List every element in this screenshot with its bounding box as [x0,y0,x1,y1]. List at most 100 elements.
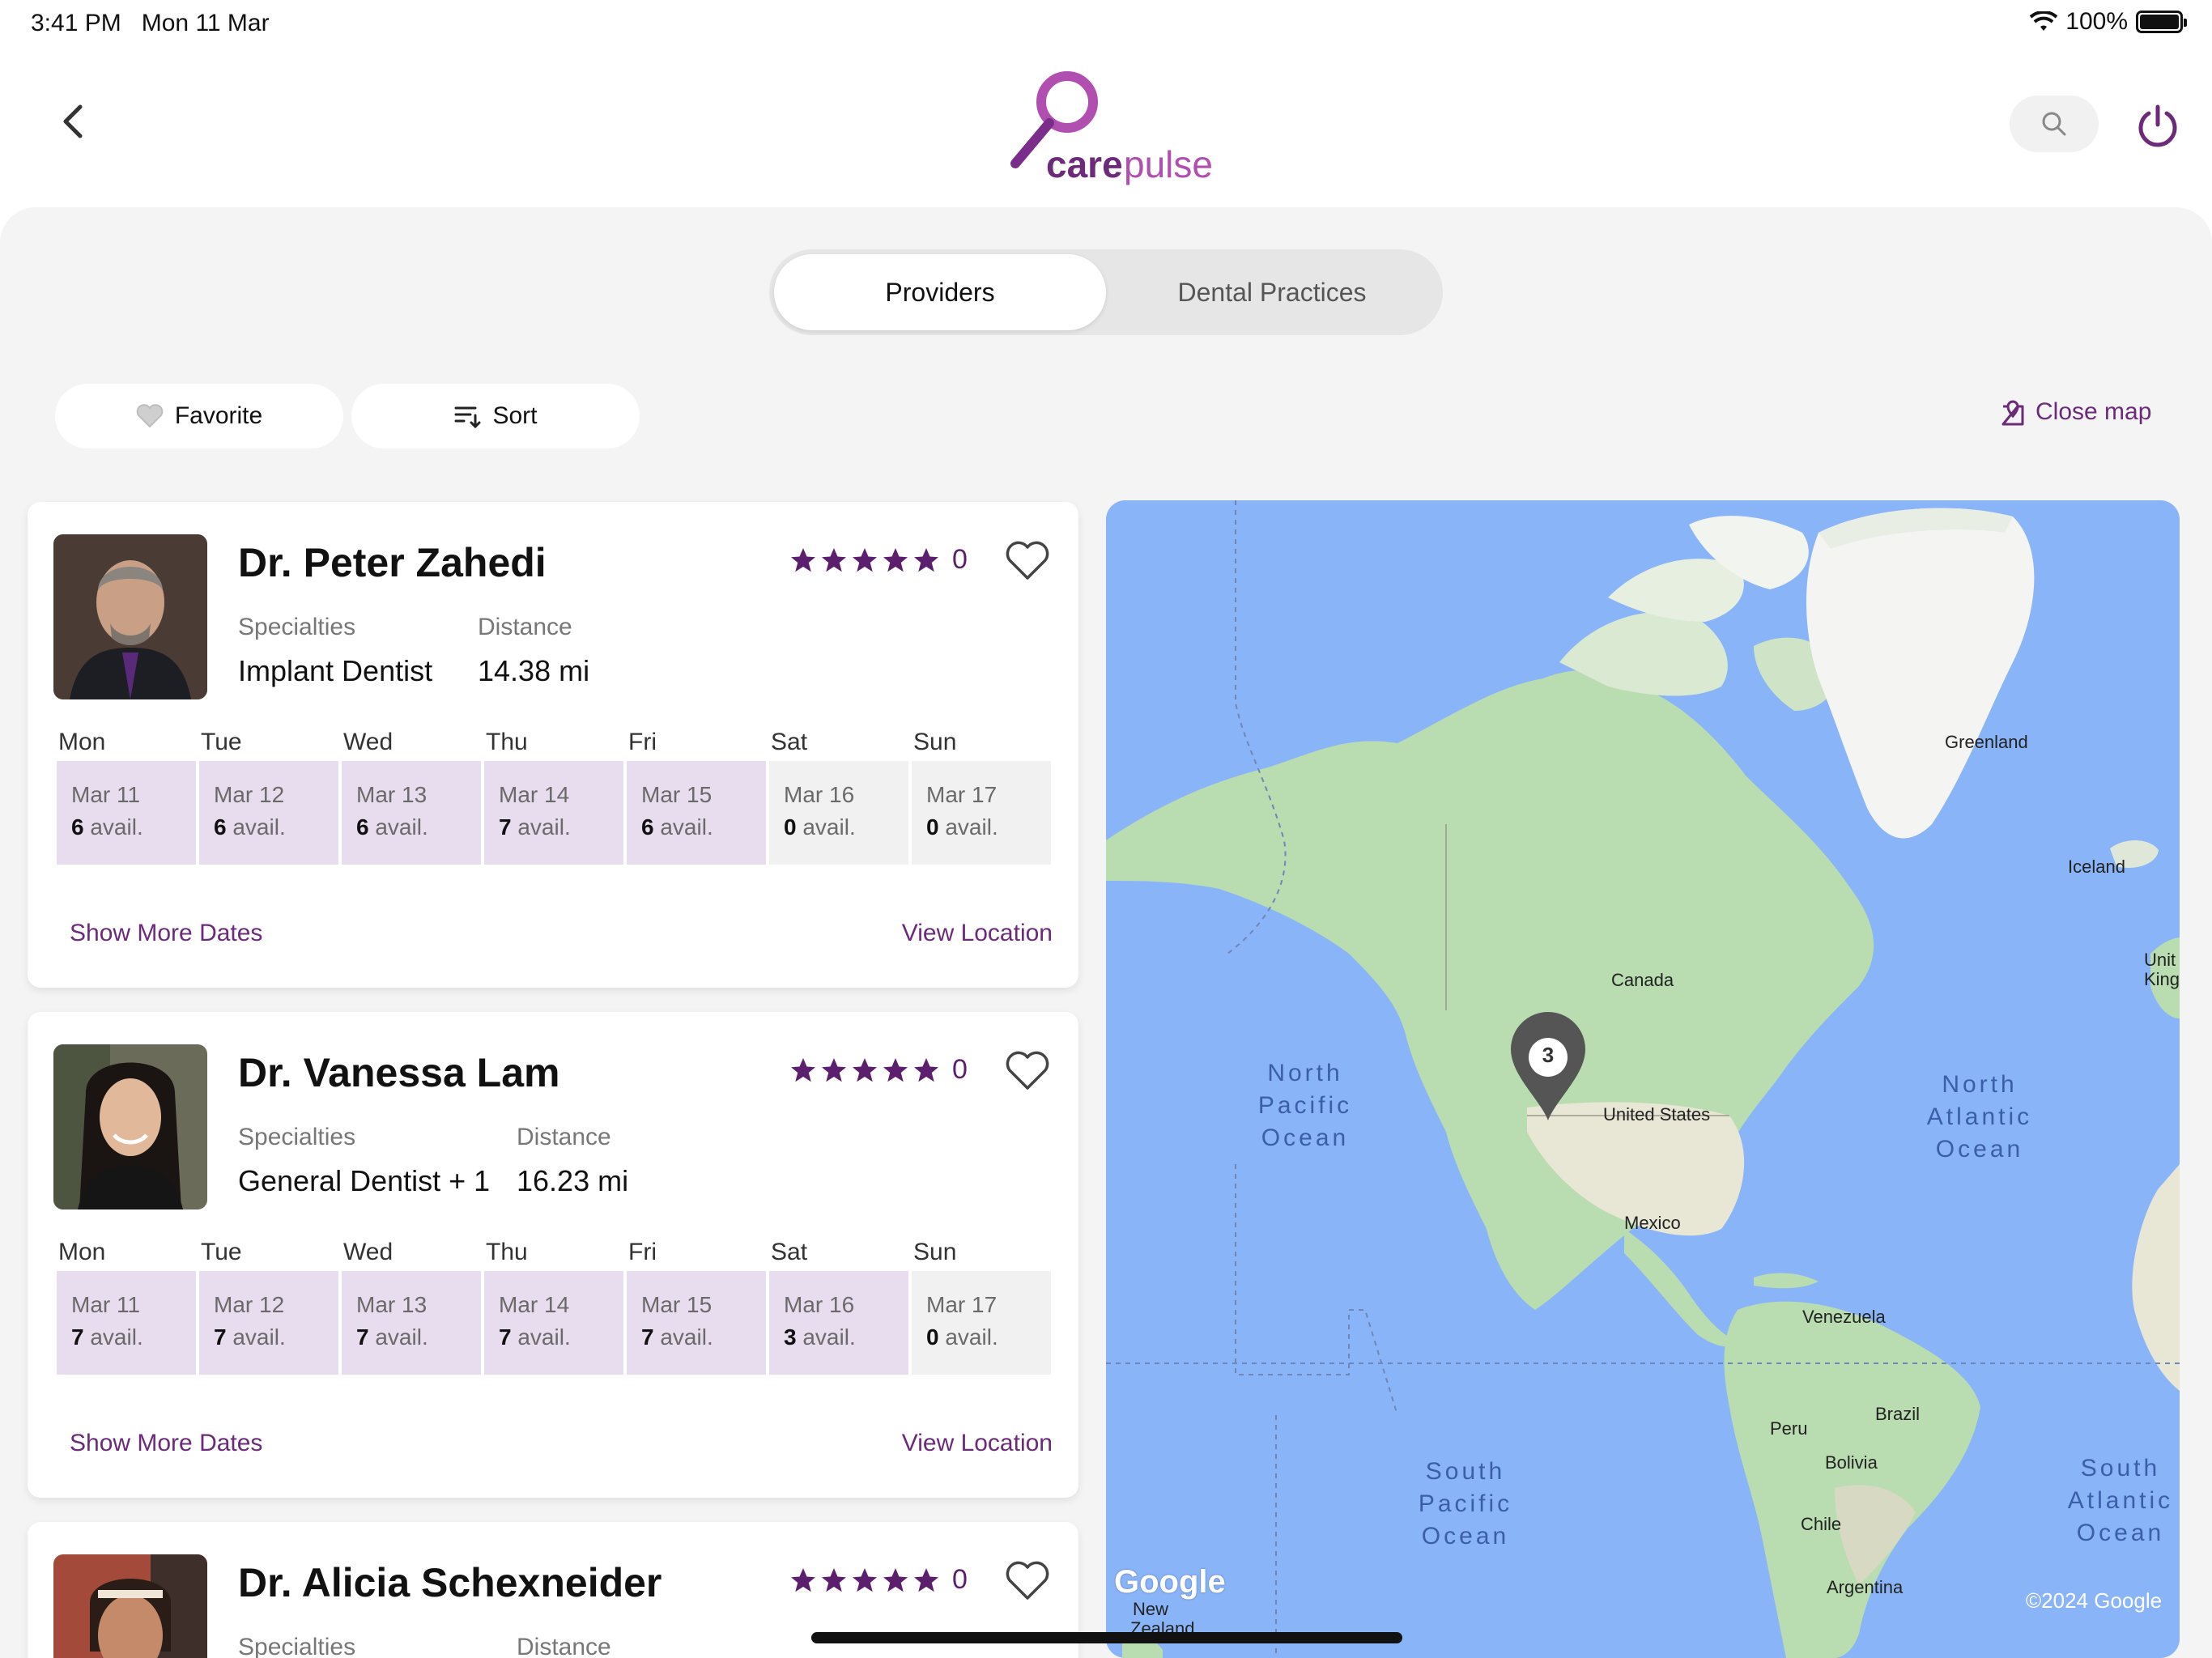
day-column: Wed Mar 13 6 avail. [342,729,481,882]
rating: 0 [789,1564,968,1596]
star-icon [853,547,877,572]
day-column: Fri Mar 15 7 avail. [627,1239,766,1392]
logout-button[interactable] [2129,97,2186,154]
day-column: Sat Mar 16 0 avail. [769,729,908,882]
availability-slot[interactable]: Mar 12 6 avail. [199,761,338,865]
day-column: Tue Mar 12 7 avail. [199,1239,338,1392]
star-icon [791,1057,815,1082]
slot-date: Mar 16 [784,782,855,807]
app-header: care pulse [0,49,2212,207]
map-label-bolivia: Bolivia [1825,1452,1878,1473]
day-name: Thu [486,729,528,755]
back-button[interactable] [49,97,97,146]
distance-label: Distance [478,614,572,640]
availability-slot[interactable]: Mar 11 7 avail. [57,1271,196,1375]
map-label-canada: Canada [1611,970,1674,990]
favorite-heart-icon[interactable] [1004,1558,1051,1605]
availability-slot: Mar 17 0 avail. [912,761,1051,865]
star-icon [883,1567,908,1592]
slot-availability: 7 avail. [641,1324,713,1350]
view-location-link[interactable]: View Location [902,920,1053,947]
map-label-brazil: Brazil [1875,1404,1921,1424]
rating: 0 [789,544,968,576]
distance-value: 16.23 mi [517,1164,629,1197]
slot-date: Mar 17 [926,782,998,807]
map-label-iceland: Iceland [2068,857,2125,877]
favorite-heart-icon[interactable] [1004,1048,1051,1095]
day-column: Thu Mar 14 7 avail. [484,1239,623,1392]
rating-count: 0 [952,1564,968,1595]
slot-availability: 6 avail. [71,814,143,840]
slot-availability: 7 avail. [499,1324,571,1350]
cluster-count: 3 [1542,1043,1555,1067]
carepulse-logo: care pulse [1004,68,1214,198]
availability-slot[interactable]: Mar 13 6 avail. [342,761,481,865]
map-label-greenland: Greenland [1945,732,2028,752]
map-label-united-states: United States [1603,1104,1711,1124]
slot-date: Mar 13 [356,1292,428,1317]
view-location-link[interactable]: View Location [902,1430,1053,1457]
availability-slot[interactable]: Mar 14 7 avail. [484,1271,623,1375]
slot-date: Mar 11 [71,1292,141,1317]
slot-availability: 7 avail. [356,1324,428,1350]
star-icon [914,1567,938,1592]
star-icon [914,547,938,572]
show-more-dates-link[interactable]: Show More Dates [70,1430,262,1457]
day-name: Sun [913,1239,957,1265]
specialties-label: Specialties [238,1124,356,1150]
day-name: Mon [58,729,106,755]
slot-availability: 0 avail. [926,814,998,840]
map-label-venezuela: Venezuela [1802,1307,1886,1327]
google-logo: Google [1114,1564,1226,1600]
logo-text: care pulse [1004,68,1214,198]
availability-slot[interactable]: Mar 13 7 avail. [342,1271,481,1375]
availability-slot[interactable]: Mar 16 3 avail. [769,1271,908,1375]
day-name: Fri [628,729,657,755]
show-more-dates-link[interactable]: Show More Dates [70,920,262,947]
search-button[interactable] [2010,96,2099,152]
favorite-heart-icon[interactable] [1004,538,1051,585]
slot-date: Mar 12 [214,1292,285,1317]
availability-slot: Mar 17 0 avail. [912,1271,1051,1375]
star-icon [791,1567,815,1592]
availability-slot[interactable]: Mar 12 7 avail. [199,1271,338,1375]
availability-slot[interactable]: Mar 11 6 avail. [57,761,196,865]
day-name: Wed [343,1239,393,1265]
availability-slot[interactable]: Mar 15 6 avail. [627,761,766,865]
specialties-value: Implant Dentist [238,654,433,687]
slot-date: Mar 15 [641,782,713,807]
star-icon [853,1057,877,1082]
star-icon [883,547,908,572]
star-icon [822,547,846,572]
slot-availability: 3 avail. [784,1324,856,1350]
availability-slot[interactable]: Mar 14 7 avail. [484,761,623,865]
availability-slot[interactable]: Mar 15 7 avail. [627,1271,766,1375]
availability-slot: Mar 16 0 avail. [769,761,908,865]
day-name: Sat [771,729,808,755]
star-icon [822,1567,846,1592]
segmented-control: Providers Dental Practices [769,249,1443,335]
tab-providers[interactable]: Providers [774,254,1106,330]
slot-availability: 7 avail. [499,814,571,840]
home-indicator [811,1632,1402,1643]
slot-date: Mar 11 [71,782,141,807]
provider-photo [53,534,207,699]
map-cluster-marker[interactable]: 3 [1508,1010,1589,1124]
sort-button[interactable]: Sort [351,384,640,449]
wifi-icon [2030,11,2058,31]
slot-date: Mar 12 [214,782,285,807]
favorite-filter-button[interactable]: Favorite [55,384,343,449]
map-label-chile: Chile [1801,1514,1842,1534]
day-name: Wed [343,729,393,755]
provider-card[interactable]: Dr. Peter Zahedi 0 Specialties Implant D… [28,502,1078,988]
power-icon [2138,104,2177,147]
slot-availability: 6 avail. [214,814,286,840]
tab-dental-practices[interactable]: Dental Practices [1106,254,1438,330]
map-view[interactable]: Greenland Iceland Unit Kingd Canada Unit… [1106,500,2180,1658]
day-column: Mon Mar 11 7 avail. [57,1239,196,1392]
close-map-button[interactable]: Close map [2000,398,2151,426]
provider-card[interactable]: Dr. Vanessa Lam 0 Specialties General De… [28,1012,1078,1498]
logo-pulse: pulse [1124,143,1213,185]
search-icon [2042,112,2066,136]
close-map-label: Close map [2035,398,2152,425]
